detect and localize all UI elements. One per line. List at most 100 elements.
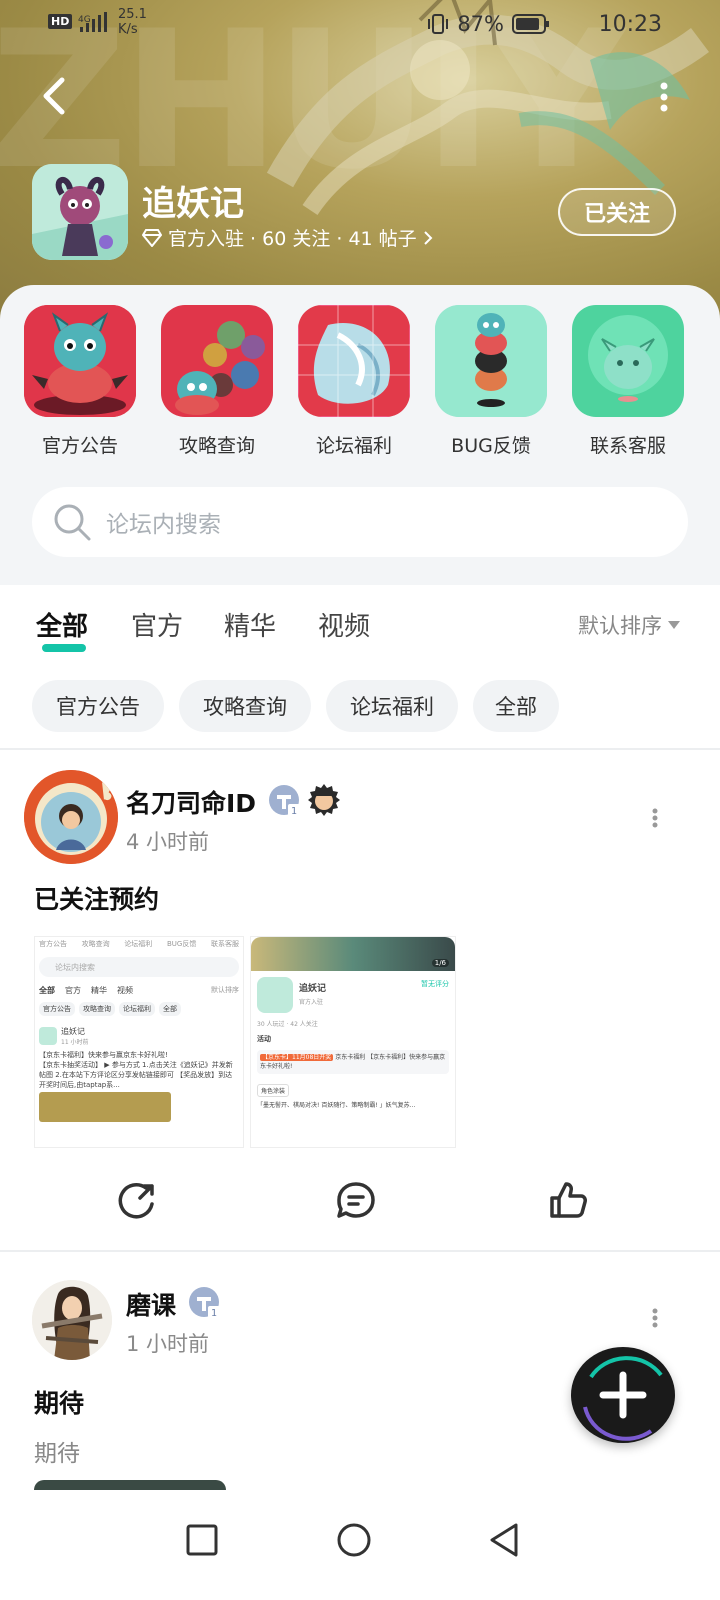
tab-official[interactable]: 官方 (131, 606, 183, 643)
shortcut-label: BUG反馈 (451, 435, 531, 457)
following-button[interactable]: 已关注 (558, 188, 676, 236)
shortcut-bug-feedback[interactable]: BUG反馈 (435, 305, 547, 458)
feed-tabs: 全部 官方 精华 视频 默认排序 (0, 600, 720, 660)
thumb-nav-row: 官方公告 攻略查询 论坛福利 BUG反馈 联系客服 (39, 940, 239, 948)
home-circle-icon[interactable] (334, 1520, 374, 1560)
search-placeholder: 论坛内搜索 (106, 512, 221, 538)
forum-title: 追妖记 (142, 184, 244, 224)
avatar-image (32, 1280, 112, 1360)
thumb-chips: 官方公告 攻略查询 论坛福利 全部 (39, 1002, 239, 1016)
verified-badge-icon: 1 (189, 1287, 220, 1319)
avatar-image (24, 770, 118, 864)
forum-search-bar[interactable]: 论坛内搜索 (32, 487, 688, 557)
shortcut-label: 攻略查询 (178, 435, 255, 457)
guide-monsters-icon (161, 305, 273, 417)
search-icon (54, 504, 91, 541)
author-name[interactable]: 磨课 (126, 1286, 176, 1322)
post-time: 4 小时前 (126, 830, 210, 854)
welfare-dragon-icon (298, 305, 410, 417)
shortcut-forum-welfare[interactable]: 论坛福利 (298, 305, 410, 458)
verified-badge-icon: 1 (269, 785, 300, 817)
network-speed: 25.1 K/s (118, 7, 147, 37)
battery-percent: 87% (457, 12, 504, 36)
like-icon[interactable] (546, 1178, 590, 1222)
thumb-body: 「墨无髻开、棋局对决! 百妖随行、策略制霸! 」妖气复苏... (257, 1102, 416, 1109)
post-image-2[interactable]: 1/6 追妖记 官方入驻 暂无评分 30 人玩过 · 42 人关注 活动 【京东… (250, 936, 456, 1148)
clock: 10:23 (598, 12, 662, 37)
shortcut-official-notice[interactable]: 官方公告 (24, 305, 136, 458)
chevron-right-icon (423, 230, 433, 245)
tab-all[interactable]: 全部 (36, 606, 88, 643)
forum-screen: ZHUIY HD 4G 25.1 K/s 87% 10:23 追妖记 官方入驻 … (0, 0, 720, 1600)
author-name[interactable]: 名刀司命ID (126, 784, 256, 820)
status-bar: HD 4G 25.1 K/s 87% 10:23 (0, 0, 720, 50)
bug-feedback-totem-icon (435, 305, 547, 417)
svg-text:1: 1 (211, 1308, 217, 1319)
caret-down-icon (668, 621, 680, 629)
thumb-tabs: 全部 官方 精华 视频 默认排序 (39, 986, 239, 995)
shortcut-customer-service[interactable]: 联系客服 (572, 305, 684, 458)
tab-video[interactable]: 视频 (318, 606, 370, 643)
post-more-icon[interactable] (650, 808, 660, 828)
shortcut-guide-search[interactable]: 攻略查询 (161, 305, 273, 458)
back-triangle-icon[interactable] (484, 1520, 524, 1560)
thumb-line-1: 【京东卡福利】快来参与赢京东卡好礼啦! (39, 1051, 168, 1059)
active-tab-indicator (42, 644, 86, 652)
chip-official-notice[interactable]: 官方公告 (32, 680, 164, 732)
forum-app-icon[interactable] (32, 164, 128, 260)
filter-chips: 官方公告 攻略查询 论坛福利 全部 (32, 680, 692, 732)
monster-mascot-icon (32, 164, 128, 260)
post-title: 已关注预约 (34, 885, 160, 914)
thumb-forum-head: 追妖记 官方入驻 暂无评分 (251, 971, 455, 1017)
post-card[interactable]: 名刀司命ID 1 4 小时前 已关注预约 官方公告 攻略查询 论坛福利 BUG反馈 联系… (0, 760, 720, 1250)
signal-icon: 4G (78, 12, 107, 32)
more-menu-icon[interactable] (656, 80, 672, 114)
thumb-event: 【京东卡】11月08日开奖 京东卡福利 【京东卡福利】快来参与赢京东卡好礼啦! (257, 1050, 449, 1074)
sort-dropdown[interactable]: 默认排序 (578, 610, 680, 640)
chip-guide-search[interactable]: 攻略查询 (179, 680, 311, 732)
shortcut-label: 联系客服 (589, 435, 666, 457)
avatar[interactable] (32, 1280, 112, 1360)
divider (0, 1250, 720, 1252)
forum-header-banner: ZHUIY HD 4G 25.1 K/s 87% 10:23 追妖记 官方入驻 … (0, 0, 720, 320)
system-nav-bar (0, 1490, 720, 1600)
post-body: 期待 (34, 1441, 80, 1467)
forum-meta[interactable]: 官方入驻 · 60 关注 · 41 帖子 (142, 224, 433, 251)
thumb-banner: 1/6 (251, 937, 455, 971)
share-icon[interactable] (116, 1178, 160, 1222)
sort-label: 默认排序 (578, 614, 662, 638)
status-right: 87% (427, 12, 550, 36)
shortcut-row: 官方公告 攻略查询 论坛福利 BUG反馈 联系客服 (0, 305, 720, 465)
developer-badge-icon (308, 784, 340, 816)
chip-all[interactable]: 全部 (473, 680, 559, 732)
recents-square-icon[interactable] (182, 1520, 222, 1560)
comment-icon[interactable] (334, 1178, 378, 1222)
post-title: 期待 (34, 1389, 85, 1418)
tab-featured[interactable]: 精华 (224, 606, 276, 643)
create-post-button[interactable] (571, 1347, 675, 1443)
thumb-line-2: 【京东卡抽奖活动】 ▶ 参与方式 1.点击关注《追妖记》并发新帖图 2.在本站下… (39, 1061, 233, 1089)
post-image-1[interactable]: 官方公告 攻略查询 论坛福利 BUG反馈 联系客服 论坛内搜索 全部 官方 精华 视频 默认排… (34, 936, 244, 1148)
thumb-search: 论坛内搜索 (39, 957, 239, 977)
thumb-post-head: 追妖记 11 小时前 (39, 1026, 239, 1046)
post-actions (0, 1178, 720, 1238)
avatar[interactable] (24, 770, 118, 864)
battery-icon (512, 14, 549, 34)
vibrate-icon (428, 14, 449, 34)
plus-icon (583, 1356, 663, 1441)
thumb-tag2: 角色涂装 (257, 1084, 290, 1097)
quick-access-panel: 官方公告 攻略查询 论坛福利 BUG反馈 联系客服 论坛内搜索 (0, 285, 720, 585)
svg-text:1: 1 (291, 806, 297, 817)
shortcut-label: 论坛福利 (315, 435, 392, 457)
forum-meta-text: 官方入驻 · 60 关注 · 41 帖子 (168, 228, 417, 250)
divider (0, 748, 720, 750)
thumb-stats: 30 人玩过 · 42 人关注 (257, 1021, 318, 1028)
chip-forum-welfare[interactable]: 论坛福利 (326, 680, 458, 732)
shortcut-label: 官方公告 (41, 435, 118, 457)
notice-monster-icon (24, 305, 136, 417)
back-arrow-icon[interactable] (36, 74, 76, 118)
post-image-gallery[interactable]: 官方公告 攻略查询 论坛福利 BUG反馈 联系客服 论坛内搜索 全部 官方 精华 视频 默认排… (34, 936, 464, 1148)
official-diamond-icon (142, 228, 162, 247)
post-more-icon[interactable] (650, 1308, 660, 1328)
hd-indicator: HD (48, 14, 73, 29)
